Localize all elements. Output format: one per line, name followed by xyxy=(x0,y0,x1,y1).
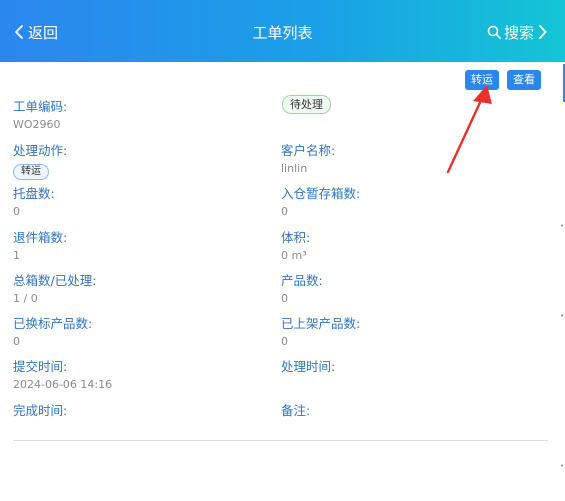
order-no-field: 工单编码: WO2960 xyxy=(13,96,67,131)
field-value: 1 / 0 xyxy=(13,292,38,305)
field-label: 处理时间: xyxy=(281,359,336,374)
work-order-card: 转运 查看 待处理 工单编码: WO2960 处理动作: 转运 客户名称: li… xyxy=(0,62,560,501)
edge-mark: • xyxy=(560,222,565,230)
customer-field: 客户名称: linlin xyxy=(281,140,335,175)
field-label: 工单编码: xyxy=(13,99,68,114)
field-label: 已换标产品数: xyxy=(13,316,93,331)
search-label: 搜索 xyxy=(503,23,534,42)
process-time-field: 处理时间: xyxy=(281,356,335,378)
page-title: 工单列表 xyxy=(252,24,313,42)
field-value: 2024-06-06 14:16 xyxy=(13,378,113,391)
return-boxes-field: 退件箱数: 1 xyxy=(13,227,67,262)
total-boxes-field: 总箱数/已处理: 1 / 0 xyxy=(13,270,96,305)
field-label: 总箱数/已处理: xyxy=(13,273,97,288)
edge-mark: • xyxy=(560,312,565,320)
complete-time-field: 完成时间: xyxy=(13,400,67,422)
app-header: 返回 工单列表 搜索 xyxy=(0,0,565,62)
view-button[interactable]: 查看 xyxy=(507,70,541,90)
field-value: WO2960 xyxy=(13,118,61,131)
field-label: 入仓暂存箱数: xyxy=(281,186,361,201)
action-tag[interactable]: 转运 xyxy=(13,164,49,180)
volume-field: 体积: 0 m³ xyxy=(281,227,310,262)
field-label: 托盘数: xyxy=(13,186,55,201)
field-label: 体积: xyxy=(281,230,311,245)
submit-time-field: 提交时间: 2024-06-06 14:16 xyxy=(13,356,112,391)
field-value: 1 xyxy=(13,249,20,262)
field-value: 0 m³ xyxy=(281,249,307,262)
field-label: 处理动作: xyxy=(13,143,68,158)
products-field: 产品数: 0 xyxy=(281,270,323,305)
edge-mark: • xyxy=(560,462,565,470)
relabeled-field: 已换标产品数: 0 xyxy=(13,313,92,348)
card-divider xyxy=(13,440,548,441)
pallets-field: 托盘数: 0 xyxy=(13,183,55,218)
field-value: 0 xyxy=(13,205,20,218)
field-label: 完成时间: xyxy=(13,403,68,418)
transfer-button[interactable]: 转运 xyxy=(465,70,499,90)
remark-field: 备注: xyxy=(281,400,310,422)
field-value: 0 xyxy=(281,292,288,305)
temp-boxes-field: 入仓暂存箱数: 0 xyxy=(281,183,360,218)
field-label: 退件箱数: xyxy=(13,230,68,245)
field-label: 客户名称: xyxy=(281,143,336,158)
action-field: 处理动作: 转运 xyxy=(13,140,67,180)
field-label: 提交时间: xyxy=(13,359,68,374)
status-badge: 待处理 xyxy=(282,95,331,114)
field-value: linlin xyxy=(281,162,308,175)
field-label: 产品数: xyxy=(281,273,323,288)
field-value: 0 xyxy=(281,335,288,348)
chevron-right-icon xyxy=(539,25,547,39)
field-label: 已上架产品数: xyxy=(281,316,361,331)
field-label: 备注: xyxy=(281,403,311,418)
field-value: 0 xyxy=(281,205,288,218)
field-value: 0 xyxy=(13,335,20,348)
search-icon xyxy=(487,25,501,39)
search-button[interactable]: 搜索 xyxy=(487,21,547,43)
shelved-field: 已上架产品数: 0 xyxy=(281,313,360,348)
